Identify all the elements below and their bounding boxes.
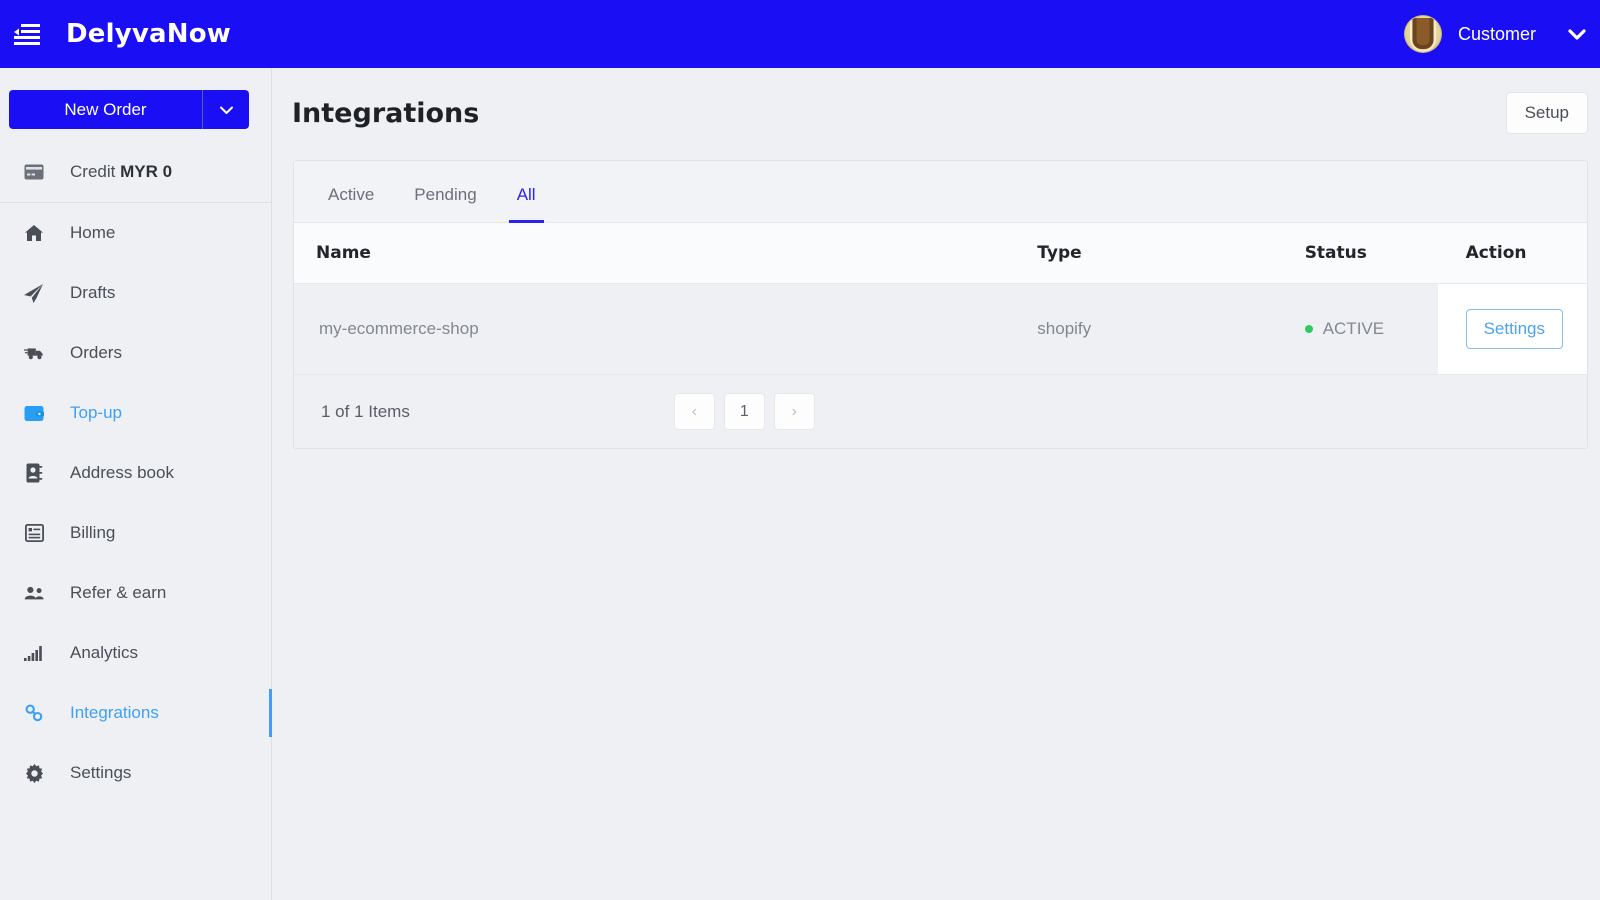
new-order-split-button: New Order — [9, 90, 249, 129]
menu-collapse-icon[interactable] — [10, 19, 44, 49]
sidebar-item-settings[interactable]: Settings — [0, 743, 271, 803]
page-header: Integrations Setup — [272, 68, 1600, 134]
sidebar-item-billing[interactable]: Billing — [0, 503, 271, 563]
column-header-name[interactable]: Name — [294, 223, 1038, 284]
sidebar-item-home[interactable]: Home — [0, 203, 271, 263]
column-header-type[interactable]: Type — [1037, 223, 1305, 284]
address-book-icon — [24, 463, 44, 483]
column-header-action: Action — [1437, 223, 1587, 284]
cell-type: shopify — [1037, 283, 1305, 375]
tab-active[interactable]: Active — [308, 161, 394, 222]
bar-chart-icon — [24, 643, 44, 663]
sidebar-item-label: Analytics — [70, 643, 139, 662]
sidebar-item-label: Billing — [70, 523, 116, 542]
credit-balance[interactable]: Credit MYR 0 — [0, 141, 271, 203]
pagination-prev-button[interactable]: ‹ — [673, 393, 715, 430]
status-badge: ACTIVE — [1322, 319, 1385, 338]
integrations-table: Name Type Status Action my-ecommerce-sho… — [294, 223, 1587, 375]
gear-icon — [24, 763, 44, 783]
items-count-label: 1 of 1 Items — [321, 401, 410, 421]
sidebar-item-label: Refer & earn — [70, 583, 167, 602]
people-icon — [24, 583, 44, 603]
pagination: ‹ 1 › — [673, 393, 815, 430]
credit-text: Credit — [70, 161, 121, 181]
paper-plane-icon — [24, 283, 44, 303]
top-bar: DelyvaNow Customer — [0, 0, 1600, 68]
sidebar-item-label: Drafts — [70, 283, 116, 302]
sidebar-item-orders[interactable]: Orders — [0, 323, 271, 383]
pagination-page-1-button[interactable]: 1 — [723, 393, 765, 430]
column-header-status[interactable]: Status — [1304, 223, 1438, 284]
row-settings-button[interactable]: Settings — [1465, 309, 1563, 349]
avatar — [1403, 15, 1442, 53]
new-order-button[interactable]: New Order — [9, 90, 203, 129]
tab-bar: Active Pending All — [294, 161, 1587, 223]
sidebar-item-label: Integrations — [70, 703, 159, 722]
setup-button[interactable]: Setup — [1505, 92, 1588, 134]
sidebar-item-top-up[interactable]: Top-up — [0, 383, 271, 443]
tab-pending[interactable]: Pending — [394, 161, 496, 222]
table-footer: 1 of 1 Items ‹ 1 › — [294, 375, 1587, 448]
table-header-row: Name Type Status Action — [294, 223, 1587, 284]
new-order-dropdown-toggle[interactable] — [203, 90, 249, 129]
page-title: Integrations — [292, 97, 480, 129]
user-menu[interactable]: Customer — [1403, 0, 1600, 68]
invoice-list-icon — [24, 523, 44, 543]
sidebar-item-label: Address book — [70, 463, 174, 482]
tab-all[interactable]: All — [497, 161, 556, 223]
sidebar-item-label: Top-up — [70, 403, 122, 422]
truck-icon — [24, 343, 44, 363]
sidebar-item-label: Orders — [70, 343, 122, 362]
home-icon — [24, 223, 44, 243]
sidebar-item-refer-and-earn[interactable]: Refer & earn — [0, 563, 271, 623]
link-chain-icon — [24, 703, 44, 723]
pagination-next-button[interactable]: › — [773, 393, 815, 430]
cell-action: Settings — [1437, 283, 1587, 375]
sidebar-item-integrations[interactable]: Integrations — [0, 683, 272, 743]
wallet-icon — [24, 403, 44, 423]
sidebar-item-label: Home — [70, 223, 116, 242]
main-content: Integrations Setup Active Pending All Na… — [272, 68, 1600, 900]
username-label: Customer — [1457, 23, 1536, 44]
cell-name: my-ecommerce-shop — [294, 283, 1038, 375]
status-dot-icon — [1304, 324, 1313, 333]
chevron-down-icon[interactable] — [1566, 23, 1588, 45]
brand-logo[interactable]: DelyvaNow — [66, 19, 231, 49]
sidebar-item-label: Settings — [70, 763, 132, 782]
sidebar-item-drafts[interactable]: Drafts — [0, 263, 271, 323]
integrations-card: Active Pending All Name Type Status Acti… — [293, 160, 1588, 449]
credit-card-icon — [24, 162, 44, 182]
sidebar: New Order Credit MYR 0 Home Drafts Order… — [0, 68, 272, 900]
sidebar-item-address-book[interactable]: Address book — [0, 443, 271, 503]
table-row[interactable]: my-ecommerce-shop shopify ACTIVE Setting… — [294, 283, 1587, 375]
cell-status: ACTIVE — [1304, 283, 1438, 375]
credit-label: Credit MYR 0 — [70, 162, 172, 182]
credit-value: MYR 0 — [120, 161, 173, 181]
sidebar-item-analytics[interactable]: Analytics — [0, 623, 271, 683]
